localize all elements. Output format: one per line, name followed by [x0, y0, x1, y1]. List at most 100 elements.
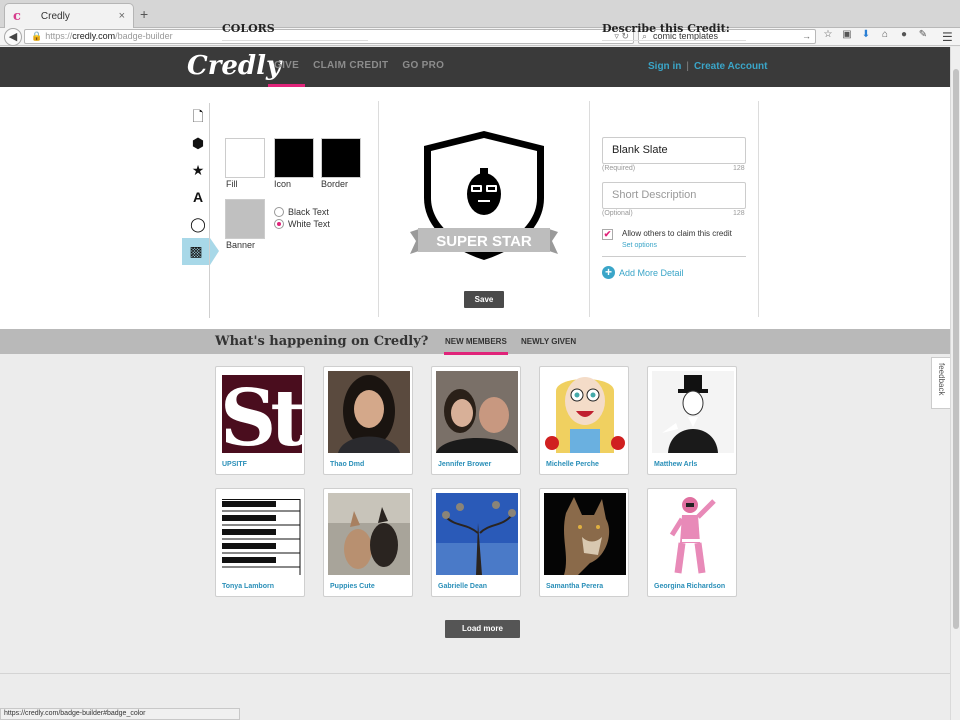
- member-name[interactable]: UPSITF: [222, 461, 247, 468]
- member-card[interactable]: Matthew Arls: [647, 366, 737, 475]
- black-text-radio[interactable]: [274, 207, 284, 217]
- browser-toolbar: ◀ 🔒 https://credly.com/badge-builder ▿ ↻ …: [0, 28, 960, 46]
- tab-newly-given[interactable]: NEWLY GIVEN: [521, 337, 576, 346]
- add-more-detail-label: Add More Detail: [619, 267, 684, 278]
- load-more-button[interactable]: Load more: [445, 620, 520, 638]
- member-name[interactable]: Puppies Cute: [330, 583, 375, 590]
- search-go-icon[interactable]: →: [802, 30, 811, 43]
- member-card[interactable]: Puppies Cute: [323, 488, 413, 597]
- builder-tool-strip: 🗋 ⬢ ★ A ◯ ▩: [182, 103, 219, 265]
- icon-swatch[interactable]: [274, 138, 314, 178]
- credly-logo[interactable]: Credly: [187, 51, 281, 81]
- divider: [222, 40, 368, 41]
- member-name[interactable]: Michelle Perche: [546, 461, 599, 468]
- reading-list-icon[interactable]: ▣: [841, 29, 853, 40]
- extension-icon[interactable]: ✎: [917, 29, 929, 40]
- set-options-link[interactable]: Set options: [622, 242, 657, 249]
- member-name[interactable]: Thao Dmd: [330, 461, 364, 468]
- border-swatch[interactable]: [321, 138, 361, 178]
- save-button[interactable]: Save: [464, 291, 504, 308]
- menu-icon[interactable]: ☰: [942, 30, 953, 44]
- description-char-count: 128: [733, 210, 745, 217]
- divider: [758, 101, 759, 317]
- allow-claim-label: Allow others to claim this credit: [622, 229, 732, 238]
- member-name[interactable]: Georgina Richardson: [654, 583, 725, 590]
- white-text-radio[interactable]: [274, 219, 284, 229]
- badge-preview: SUPER STAR: [410, 131, 558, 260]
- address-bar[interactable]: 🔒 https://credly.com/badge-builder ▿ ↻: [24, 29, 634, 44]
- credit-title-field[interactable]: Blank Slate: [602, 137, 746, 164]
- member-photo: [652, 371, 734, 453]
- member-name[interactable]: Gabrielle Dean: [438, 583, 487, 590]
- member-name[interactable]: Tonya Lamborn: [222, 583, 274, 590]
- browser-tab[interactable]: c Credly ×: [4, 3, 134, 28]
- circle-tool-icon[interactable]: ◯: [188, 211, 208, 238]
- white-text-label: White Text: [288, 219, 330, 229]
- member-photo: [652, 493, 734, 575]
- member-name[interactable]: Matthew Arls: [654, 461, 697, 468]
- sign-in-link[interactable]: Sign in: [648, 61, 681, 72]
- white-text-option[interactable]: White Text: [274, 219, 330, 229]
- add-more-detail-button[interactable]: + Add More Detail: [602, 266, 684, 279]
- home-icon[interactable]: ⌂: [879, 29, 891, 40]
- bookmark-star-icon[interactable]: ☆: [822, 29, 834, 40]
- page-scrollbar[interactable]: [950, 47, 960, 720]
- title-char-count: 128: [733, 165, 745, 172]
- black-text-option[interactable]: Black Text: [274, 207, 329, 217]
- text-tool-icon[interactable]: A: [188, 184, 208, 211]
- tab-new-members[interactable]: NEW MEMBERS: [444, 337, 508, 355]
- new-tab-button[interactable]: +: [140, 6, 148, 22]
- main-nav: GIVE CLAIM CREDIT GO PRO: [267, 60, 444, 87]
- template-tool-icon[interactable]: 🗋: [188, 103, 208, 130]
- back-button[interactable]: ◀: [4, 28, 22, 46]
- tab-title: Credly: [40, 10, 70, 22]
- credly-favicon-icon: c: [13, 8, 21, 24]
- member-photo: [544, 371, 626, 453]
- member-photo: [220, 493, 302, 575]
- divider: [0, 673, 950, 674]
- optional-hint: (Optional): [602, 210, 633, 217]
- member-card[interactable]: St UPSITF: [215, 366, 305, 475]
- member-card[interactable]: Jennifer Brower: [431, 366, 521, 475]
- divider: [602, 256, 746, 257]
- url-scheme: https://: [45, 31, 73, 41]
- member-name[interactable]: Samantha Perera: [546, 583, 603, 590]
- divider: [602, 40, 746, 41]
- allow-claim-checkbox[interactable]: ✔: [602, 229, 613, 240]
- shape-tool-icon[interactable]: ⬢: [188, 130, 208, 157]
- badge-banner-text: SUPER STAR: [436, 233, 532, 250]
- member-card[interactable]: Thao Dmd: [323, 366, 413, 475]
- scrollbar-thumb[interactable]: [953, 69, 959, 629]
- download-icon[interactable]: ⬇: [860, 29, 872, 40]
- member-photo: [436, 371, 518, 453]
- browser-tab-bar: c Credly × +: [0, 0, 960, 28]
- banner-swatch[interactable]: [225, 199, 265, 239]
- color-tool-icon[interactable]: ▩: [182, 238, 219, 265]
- chat-icon[interactable]: ●: [898, 29, 910, 40]
- create-account-link[interactable]: Create Account: [694, 61, 768, 72]
- member-card[interactable]: Samantha Perera: [539, 488, 629, 597]
- divider: [209, 103, 210, 318]
- fill-swatch[interactable]: [225, 138, 265, 178]
- url-path: /badge-builder: [115, 31, 173, 41]
- star-tool-icon[interactable]: ★: [188, 157, 208, 184]
- feedback-tab[interactable]: feedback: [931, 357, 950, 409]
- member-photo: [328, 371, 410, 453]
- member-card[interactable]: Gabrielle Dean: [431, 488, 521, 597]
- nav-claim-credit[interactable]: CLAIM CREDIT: [313, 60, 388, 71]
- nav-go-pro[interactable]: GO PRO: [402, 60, 444, 71]
- member-card[interactable]: Tonya Lamborn: [215, 488, 305, 597]
- url-host: credly.com: [72, 31, 116, 41]
- nav-give[interactable]: GIVE: [267, 60, 306, 87]
- short-description-field[interactable]: Short Description: [602, 182, 746, 209]
- close-tab-icon[interactable]: ×: [119, 10, 125, 22]
- plus-circle-icon: +: [602, 266, 615, 279]
- member-name[interactable]: Jennifer Brower: [438, 461, 491, 468]
- required-hint: (Required): [602, 165, 636, 172]
- black-text-label: Black Text: [288, 207, 329, 217]
- status-bar: https://credly.com/badge-builder#badge_c…: [0, 708, 240, 720]
- member-photo: [328, 493, 410, 575]
- back-arrow-icon: ◀: [8, 31, 18, 43]
- member-card[interactable]: Michelle Perche: [539, 366, 629, 475]
- member-card[interactable]: Georgina Richardson: [647, 488, 737, 597]
